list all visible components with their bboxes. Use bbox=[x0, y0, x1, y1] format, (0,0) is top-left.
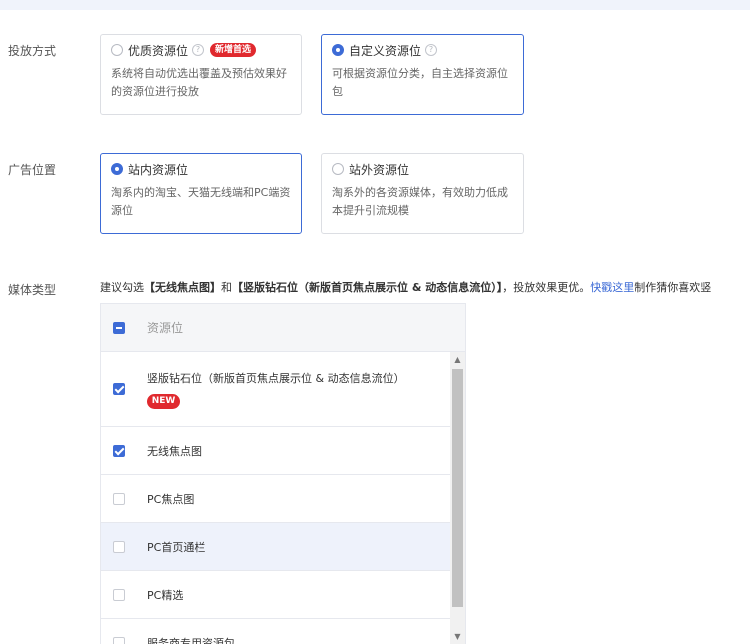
table-row[interactable]: 竖版钻石位（新版首页焦点展示位 & 动态信息流位） NEW bbox=[101, 352, 450, 427]
placement-option-inside-desc: 淘系内的淘宝、天猫无线端和PC端资源位 bbox=[111, 186, 291, 217]
resource-table: 资源位 竖版钻石位（新版首页焦点展示位 & 动态信息流位） NEW 无线焦点图 … bbox=[100, 303, 466, 644]
delivery-option-premium-title: 优质资源位 bbox=[128, 43, 189, 58]
row-label: PC首页通栏 bbox=[147, 540, 206, 554]
table-row[interactable]: PC焦点图 bbox=[101, 475, 450, 523]
recommend-badge: 新增首选 bbox=[210, 43, 257, 57]
table-header: 资源位 bbox=[101, 304, 465, 352]
delivery-option-custom-title: 自定义资源位 bbox=[349, 43, 422, 58]
placement-option-outside[interactable]: 站外资源位 淘系外的各资源媒体，有效助力低成本提升引流规模 bbox=[321, 153, 524, 234]
scroll-up-icon[interactable]: ▲ bbox=[450, 352, 465, 368]
radio-selected-icon[interactable] bbox=[332, 44, 344, 56]
tip-tail: 制作猜你喜欢竖 bbox=[634, 281, 712, 294]
placement-option-inside-title: 站内资源位 bbox=[128, 162, 189, 177]
row-label: 服务商专用资源包 bbox=[147, 636, 235, 644]
table-row[interactable]: 无线焦点图 bbox=[101, 427, 450, 475]
top-bar bbox=[0, 0, 750, 10]
row-label: PC精选 bbox=[147, 588, 184, 602]
table-row[interactable]: PC精选 bbox=[101, 571, 450, 619]
placement-option-inside[interactable]: 站内资源位 淘系内的淘宝、天猫无线端和PC端资源位 bbox=[100, 153, 302, 234]
placement-label: 广告位置 bbox=[8, 163, 57, 177]
scroll-down-icon[interactable]: ▼ bbox=[450, 629, 465, 644]
delivery-option-premium-desc: 系统将自动优选出覆盖及预估效果好的资源位进行投放 bbox=[111, 67, 287, 98]
tip-link[interactable]: 快戳这里 bbox=[590, 281, 634, 294]
tip-prefix: 建议勾选 bbox=[100, 281, 144, 294]
delivery-label: 投放方式 bbox=[8, 44, 57, 58]
delivery-option-custom-desc: 可根据资源位分类，自主选择资源位包 bbox=[332, 67, 508, 98]
new-badge: NEW bbox=[147, 393, 180, 409]
table-body: 竖版钻石位（新版首页焦点展示位 & 动态信息流位） NEW 无线焦点图 PC焦点… bbox=[101, 352, 450, 644]
row-label: 竖版钻石位（新版首页焦点展示位 & 动态信息流位） bbox=[147, 371, 405, 385]
row-checkbox[interactable] bbox=[113, 636, 125, 644]
placement-option-outside-title: 站外资源位 bbox=[349, 162, 410, 177]
radio-icon[interactable] bbox=[111, 44, 123, 56]
select-all-checkbox[interactable] bbox=[113, 321, 125, 334]
row-checkbox[interactable] bbox=[113, 540, 125, 553]
delivery-option-premium[interactable]: 优质资源位 ? 新增首选 系统将自动优选出覆盖及预估效果好的资源位进行投放 bbox=[100, 34, 302, 115]
row-checkbox[interactable] bbox=[113, 588, 125, 601]
row-checkbox[interactable] bbox=[113, 383, 125, 395]
table-row[interactable]: PC首页通栏 bbox=[101, 523, 450, 571]
tip-bold-focus: 【无线焦点图】 bbox=[144, 281, 221, 294]
media-label: 媒体类型 bbox=[8, 283, 57, 297]
tip-bold-diamond: 【竖版钻石位（新版首页焦点展示位 & 动态信息流位）】 bbox=[232, 281, 503, 294]
row-label: 无线焦点图 bbox=[147, 444, 202, 458]
help-icon[interactable]: ? bbox=[425, 44, 438, 56]
row-checkbox[interactable] bbox=[113, 444, 125, 457]
media-tip: 建议勾选【无线焦点图】和【竖版钻石位（新版首页焦点展示位 & 动态信息流位）】，… bbox=[100, 279, 750, 295]
radio-icon[interactable] bbox=[332, 163, 344, 175]
tip-suffix: ，投放效果更优。 bbox=[502, 281, 591, 294]
table-header-label: 资源位 bbox=[147, 321, 184, 335]
radio-selected-icon[interactable] bbox=[111, 163, 123, 175]
tip-mid: 和 bbox=[221, 281, 232, 294]
delivery-option-custom[interactable]: 自定义资源位 ? 可根据资源位分类，自主选择资源位包 bbox=[321, 34, 524, 115]
row-label: PC焦点图 bbox=[147, 492, 195, 506]
placement-option-outside-desc: 淘系外的各资源媒体，有效助力低成本提升引流规模 bbox=[332, 186, 508, 217]
table-row[interactable]: 服务商专用资源包 bbox=[101, 619, 450, 644]
help-icon[interactable]: ? bbox=[192, 44, 205, 56]
scroll-thumb[interactable] bbox=[452, 369, 463, 607]
row-checkbox[interactable] bbox=[113, 492, 125, 505]
table-scrollbar[interactable]: ▲ ▼ bbox=[450, 352, 465, 644]
